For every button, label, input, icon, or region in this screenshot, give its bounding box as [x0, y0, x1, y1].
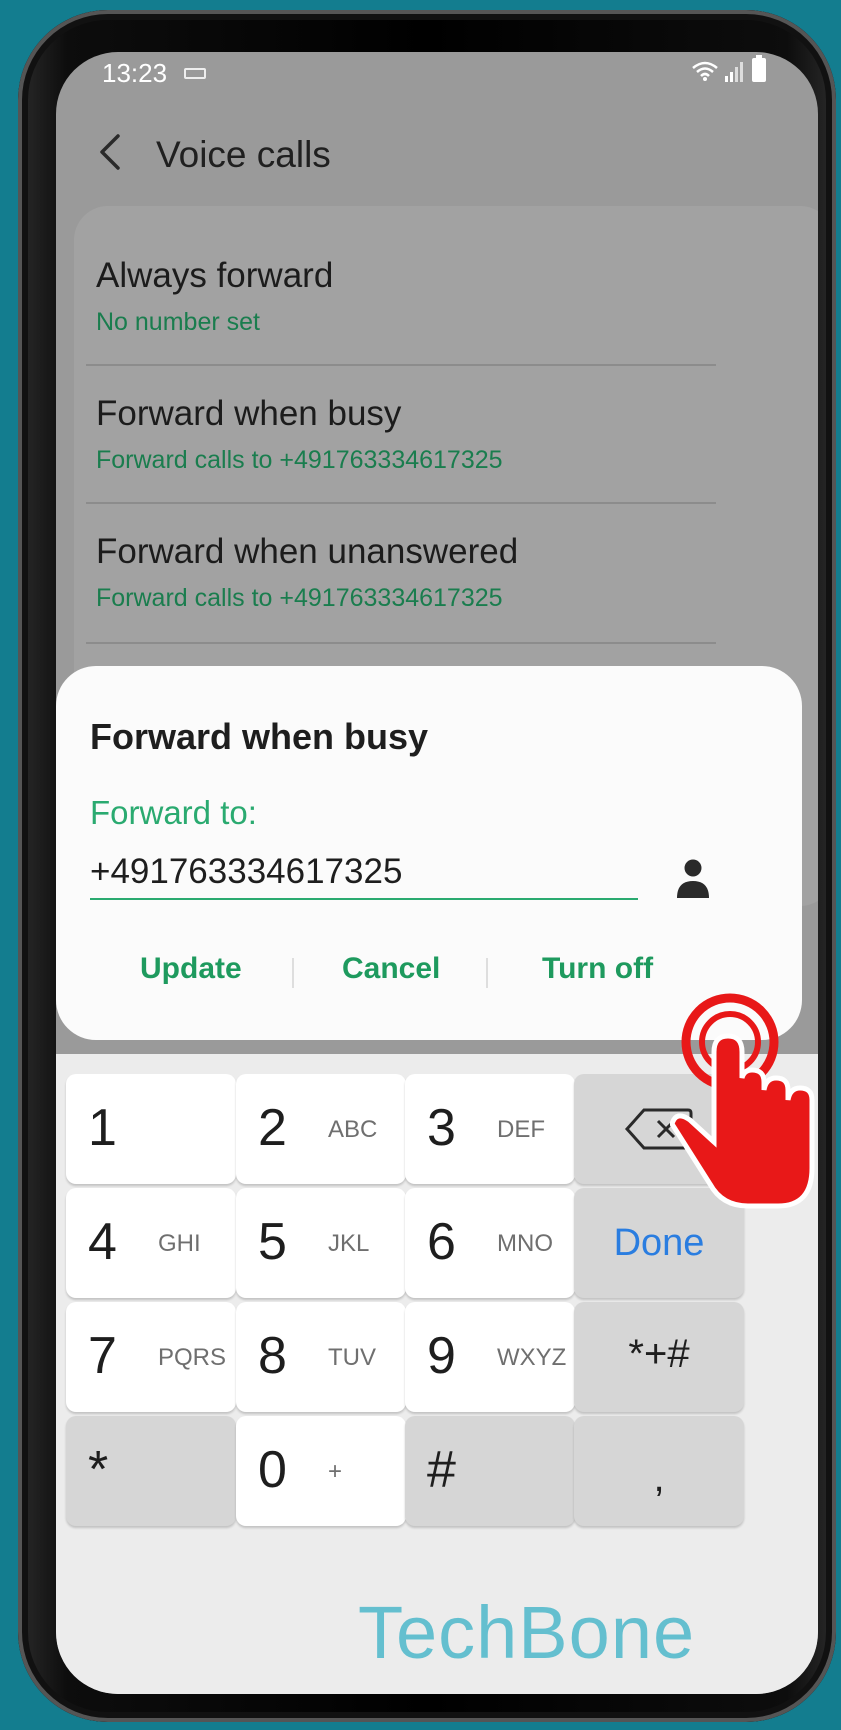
- status-bar: 13:23: [56, 52, 818, 92]
- key-letters: MNO: [497, 1230, 553, 1257]
- button-separator: [292, 958, 294, 988]
- page-title: Voice calls: [156, 134, 331, 175]
- divider: [86, 502, 716, 504]
- key-5[interactable]: 5 JKL: [236, 1188, 406, 1298]
- key-2[interactable]: 2 ABC: [236, 1074, 406, 1184]
- wifi-icon: [692, 61, 718, 81]
- key-7[interactable]: 7 PQRS: [66, 1302, 236, 1412]
- cancel-button[interactable]: Cancel: [342, 952, 440, 986]
- turn-off-button[interactable]: Turn off: [542, 952, 653, 986]
- button-separator: [486, 958, 488, 988]
- key-digit: 5: [258, 1213, 287, 1271]
- key-letters: JKL: [328, 1230, 370, 1257]
- key-digit: 1: [88, 1099, 117, 1157]
- setting-forward-when-unanswered[interactable]: Forward when unanswered Forward calls to…: [74, 532, 764, 612]
- setting-forward-when-busy[interactable]: Forward when busy Forward calls to +4917…: [74, 394, 764, 474]
- key-digit: *: [88, 1441, 109, 1499]
- setting-title: Forward when unanswered: [96, 532, 519, 571]
- back-arrow-icon[interactable]: [92, 130, 132, 174]
- key-6[interactable]: 6 MNO: [405, 1188, 575, 1298]
- key-letters: +: [328, 1458, 343, 1485]
- setting-always-forward[interactable]: Always forward No number set: [74, 256, 764, 336]
- forward-to-label: Forward to:: [90, 794, 257, 831]
- setting-subtitle: Forward calls to +491763334617325: [96, 584, 503, 612]
- done-label: Done: [613, 1222, 705, 1264]
- battery-icon: [752, 55, 766, 82]
- key-digit: 6: [427, 1213, 456, 1271]
- key-letters: DEF: [497, 1116, 545, 1143]
- techbone-watermark: TechBone: [358, 1591, 696, 1674]
- setting-subtitle: Forward calls to +491763334617325: [96, 446, 503, 474]
- key-digit: 3: [427, 1099, 456, 1157]
- key-star[interactable]: *: [66, 1416, 236, 1526]
- key-9[interactable]: 9 WXYZ: [405, 1302, 575, 1412]
- tap-hand-icon: [670, 993, 815, 1209]
- key-digit: 7: [88, 1327, 117, 1385]
- app-header: Voice calls: [56, 112, 818, 192]
- key-letters: TUV: [328, 1344, 376, 1371]
- key-8[interactable]: 8 TUV: [236, 1302, 406, 1412]
- key-digit: 2: [258, 1099, 287, 1157]
- forward-number-input[interactable]: +491763334617325: [90, 852, 638, 900]
- key-3[interactable]: 3 DEF: [405, 1074, 575, 1184]
- symbols-label: *+#: [628, 1332, 690, 1376]
- key-digit: 8: [258, 1327, 287, 1385]
- forward-when-busy-dialog: Forward when busy Forward to: +491763334…: [56, 666, 802, 1040]
- symbols-key[interactable]: *+#: [574, 1302, 744, 1412]
- key-letters: PQRS: [158, 1344, 227, 1371]
- signal-icon: [725, 62, 743, 82]
- key-0[interactable]: 0 +: [236, 1416, 406, 1526]
- divider: [86, 364, 716, 366]
- key-digit: 9: [427, 1327, 456, 1385]
- setting-title: Forward when busy: [96, 394, 402, 433]
- status-time: 13:23: [102, 58, 168, 88]
- key-digit: 0: [258, 1441, 287, 1499]
- key-hash[interactable]: #: [405, 1416, 575, 1526]
- key-letters: GHI: [158, 1230, 201, 1257]
- contact-icon[interactable]: [676, 858, 710, 898]
- key-letters: ABC: [328, 1116, 378, 1143]
- key-digit: 4: [88, 1213, 117, 1271]
- key-4[interactable]: 4 GHI: [66, 1188, 236, 1298]
- keyboard-icon: [184, 68, 206, 79]
- setting-subtitle: No number set: [96, 308, 260, 336]
- dialog-title: Forward when busy: [90, 716, 429, 757]
- key-letters: WXYZ: [497, 1344, 567, 1371]
- key-digit: #: [427, 1441, 456, 1499]
- divider: [86, 642, 716, 644]
- key-1[interactable]: 1: [66, 1074, 236, 1184]
- phone-screen: 13:23 Voice calls Always forward No numb…: [56, 52, 818, 1694]
- update-button[interactable]: Update: [140, 952, 242, 986]
- comma-label: ,: [653, 1456, 665, 1500]
- setting-title: Always forward: [96, 256, 334, 295]
- comma-key[interactable]: ,: [574, 1416, 744, 1526]
